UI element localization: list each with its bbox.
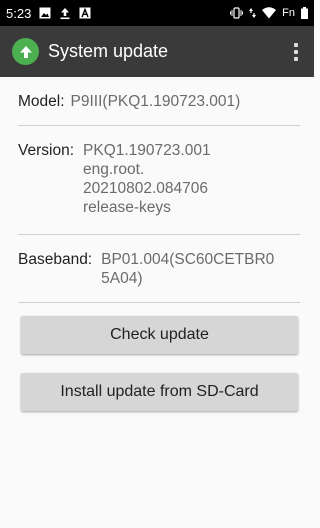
- version-line: PKQ1.190723.001: [83, 142, 211, 159]
- install-sd-card-button[interactable]: Install update from SD-Card: [21, 373, 298, 411]
- baseband-line: 5A04): [101, 270, 143, 287]
- model-value: P9III(PKQ1.190723.001): [70, 93, 241, 110]
- baseband-label: Baseband:: [18, 251, 93, 268]
- divider: [18, 302, 300, 303]
- overflow-menu-icon[interactable]: [288, 38, 304, 66]
- upload-icon: [60, 7, 70, 19]
- status-time: 5:23: [6, 5, 32, 21]
- model-row: Model: P9III(PKQ1.190723.001): [18, 77, 300, 125]
- up-arrow-circle-icon: [12, 38, 39, 65]
- version-row: Version: PKQ1.190723.001 eng.root. 20210…: [18, 126, 300, 234]
- data-arrows-icon: [249, 8, 257, 18]
- version-line: release-keys: [83, 199, 171, 216]
- status-fn-label: Fn: [282, 7, 295, 19]
- status-bar: 5:23 Fn: [0, 0, 314, 26]
- notification-icons: [39, 7, 91, 20]
- version-label: Version:: [18, 142, 75, 159]
- system-icons: Fn: [230, 7, 308, 19]
- baseband-value: BP01.004(SC60CETBR0 5A04): [101, 250, 274, 288]
- app-bar: System update: [0, 26, 314, 77]
- battery-icon: [301, 7, 308, 19]
- wifi-icon: [262, 7, 277, 19]
- baseband-row: Baseband: BP01.004(SC60CETBR0 5A04): [18, 235, 300, 302]
- image-icon: [39, 7, 51, 19]
- version-line: eng.root.: [83, 161, 145, 178]
- a-icon: [79, 7, 91, 19]
- version-value: PKQ1.190723.001 eng.root. 20210802.08470…: [83, 141, 211, 217]
- baseband-line: BP01.004(SC60CETBR0: [101, 251, 275, 268]
- version-line: 20210802.084706: [83, 180, 209, 197]
- device-info: Model: P9III(PKQ1.190723.001) Version: P…: [18, 77, 300, 303]
- check-update-button[interactable]: Check update: [21, 316, 298, 354]
- model-label: Model:: [18, 93, 65, 110]
- page-title: System update: [48, 41, 169, 61]
- vibrate-icon: [230, 7, 244, 19]
